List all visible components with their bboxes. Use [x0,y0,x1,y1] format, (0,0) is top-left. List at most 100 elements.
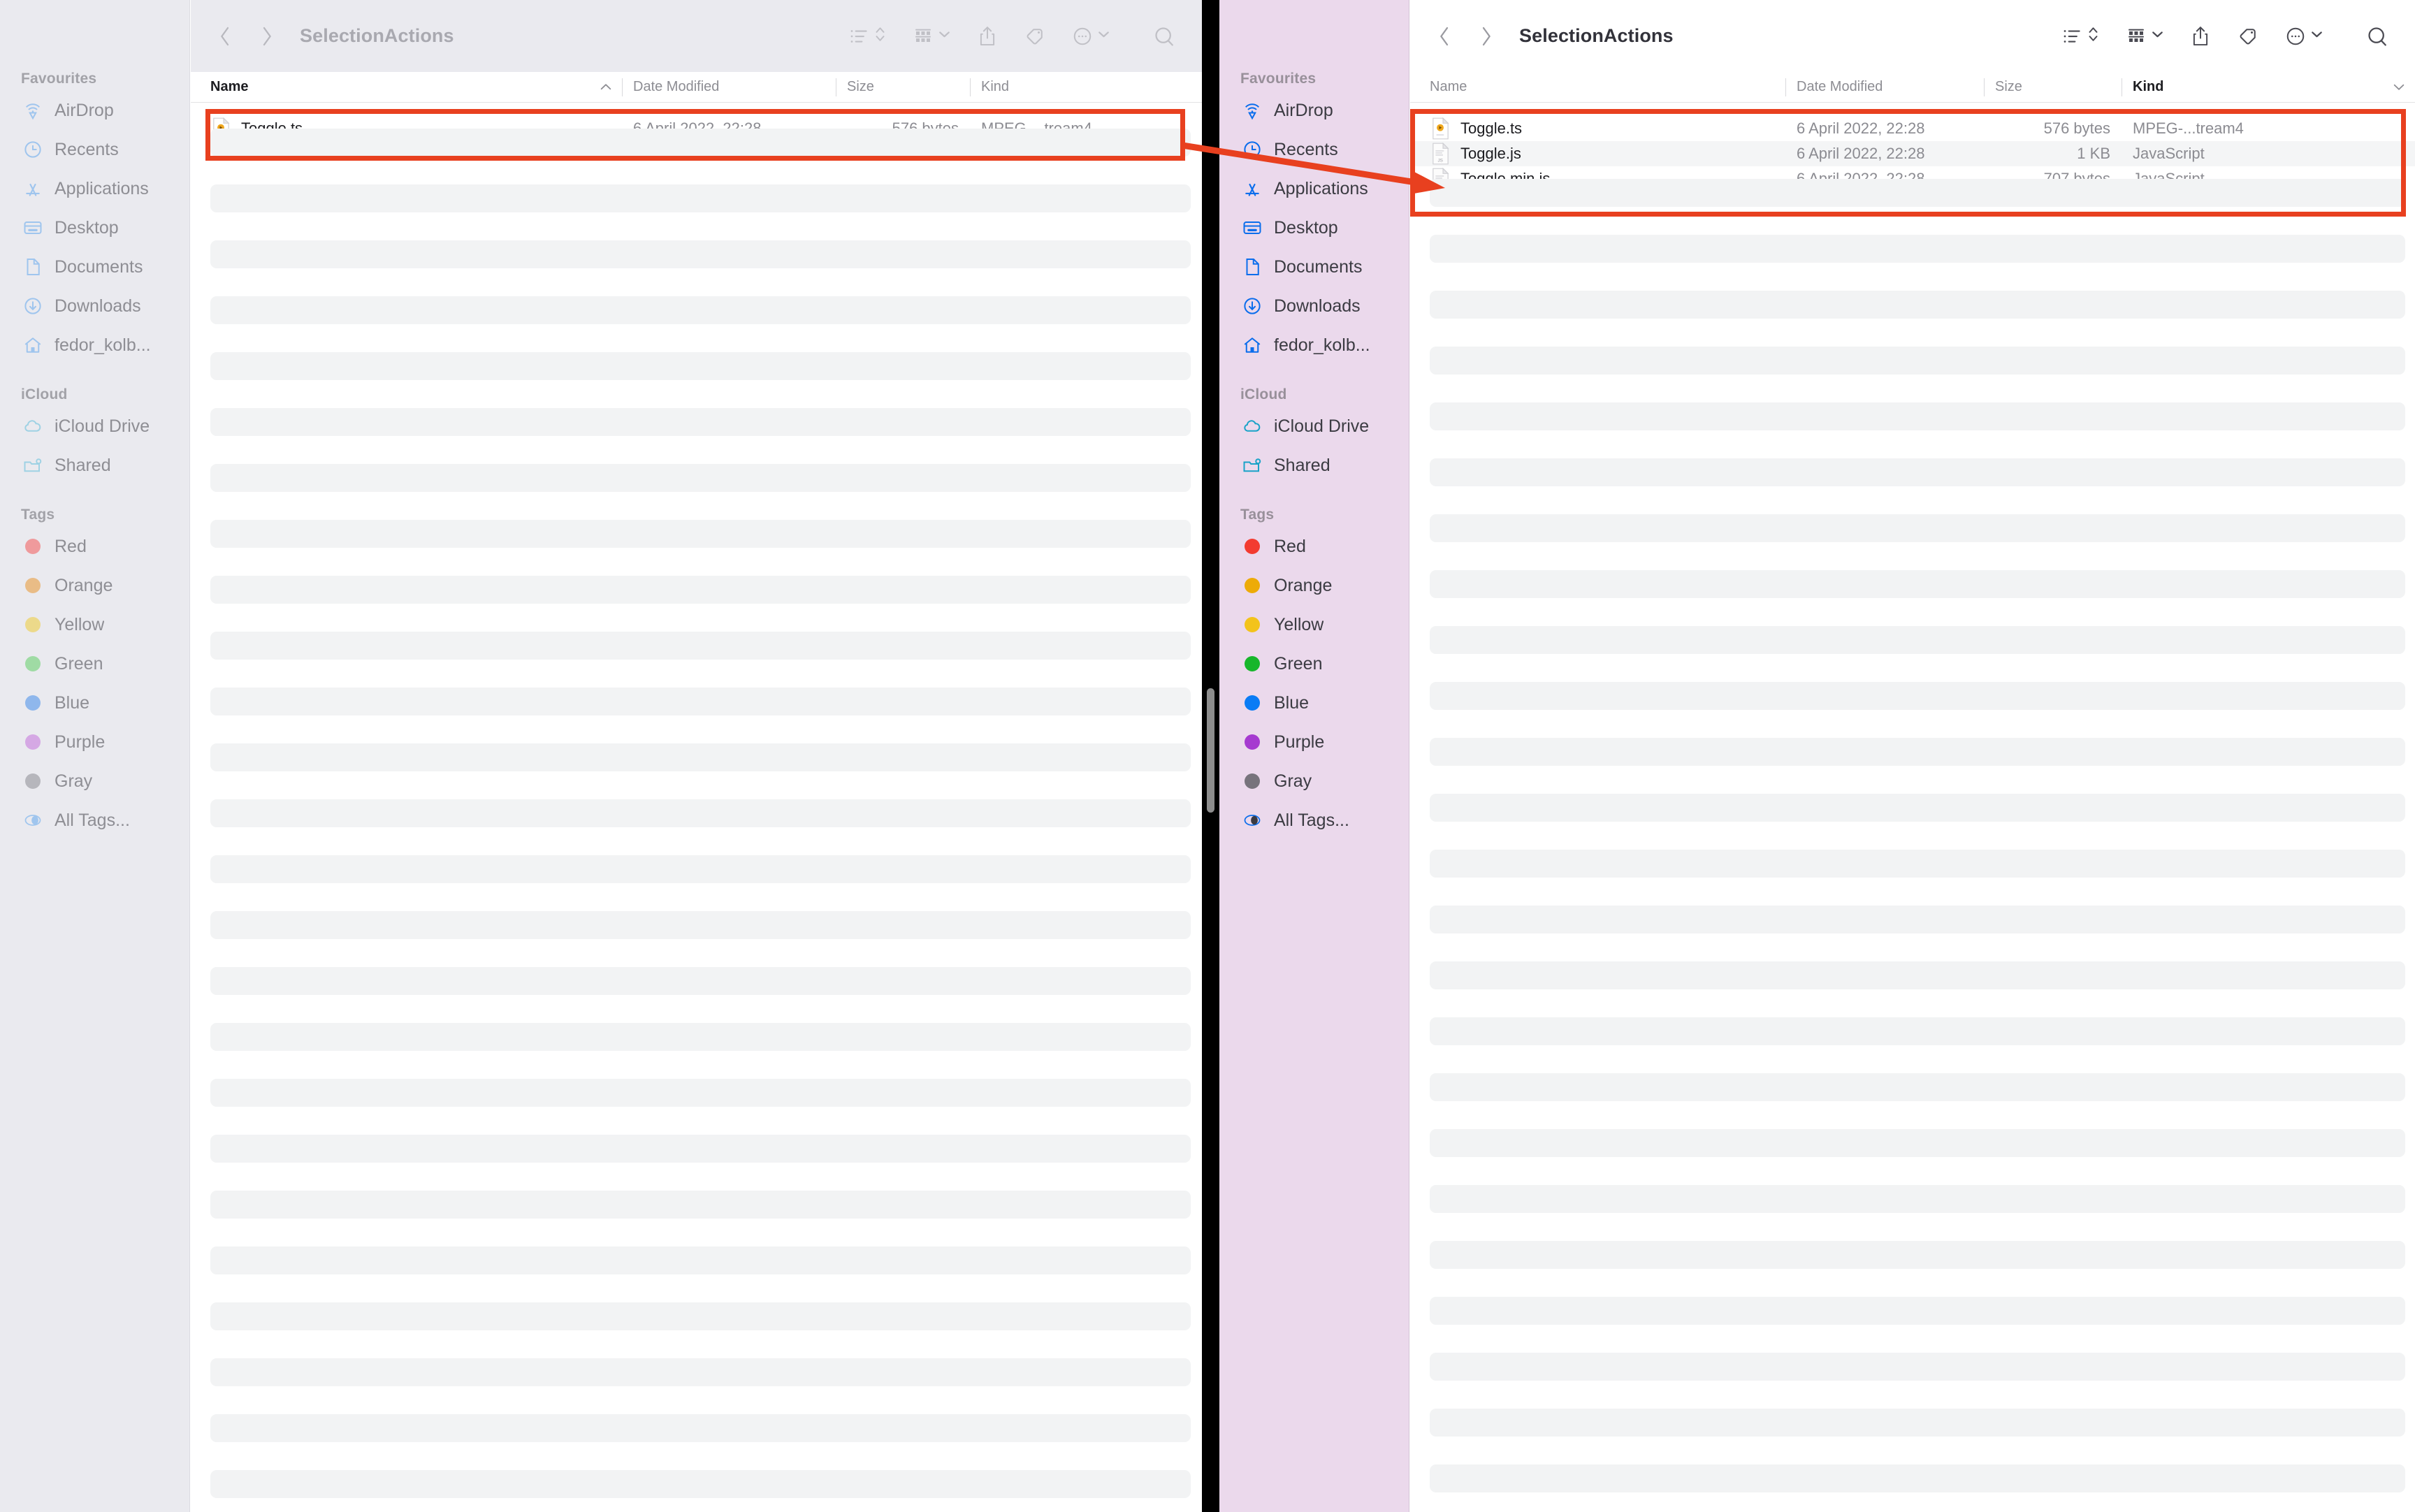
column-date-modified[interactable]: Date Modified [1785,72,1984,103]
sidebar-item-label: Downloads [1274,296,1361,316]
cell-date: 6 April 2022, 22:28 [1797,119,1925,137]
sidebar-tag-gray[interactable]: Gray [1219,762,1409,801]
sidebar-item-label: Purple [1274,732,1325,752]
sidebar-tag-green[interactable]: Green [1219,644,1409,683]
placeholder-row [1430,570,2405,598]
search-icon[interactable] [1150,17,1178,55]
tag-dot-icon [21,769,45,793]
file-list-left[interactable]: Toggle.ts 6 April 2022, 22:28 576 bytes … [191,103,1202,1512]
scrollbar-thumb[interactable] [1207,688,1214,813]
forward-button[interactable] [1470,20,1502,52]
cloud-icon [21,414,45,438]
sidebar-item-label: fedor_kolb... [1274,335,1370,355]
sidebar-tag-red[interactable]: Red [1219,527,1409,566]
content-right: SelectionActions Name Date Modified Size… [1410,0,2415,1512]
column-size[interactable]: Size [1984,72,2122,103]
sidebar-item-shared[interactable]: Shared [0,446,189,485]
search-icon[interactable] [2363,17,2391,55]
clock-icon [1240,138,1264,161]
tag-icon[interactable] [2235,17,2261,55]
column-kind[interactable]: Kind [970,72,1202,103]
sidebar-item-downloads[interactable]: Downloads [0,286,189,326]
placeholder-row [210,911,1191,939]
table-row[interactable]: JS Toggle.js 6 April 2022, 22:28 1 KB Ja… [1410,141,2415,166]
sidebar-item-documents[interactable]: Documents [0,247,189,286]
column-name[interactable]: Name [191,72,622,103]
cell-size: 576 bytes [2043,119,2110,137]
document-icon [1240,255,1264,279]
finder-window-after[interactable]: Favourites AirDrop Recents Applications … [1219,0,2415,1512]
sidebar-item-downloads[interactable]: Downloads [1219,286,1409,326]
more-actions-icon[interactable] [2282,17,2326,55]
toolbar-right: SelectionActions [1410,0,2415,72]
sidebar-tag-purple[interactable]: Purple [1219,722,1409,762]
chevron-down-icon [2311,29,2323,43]
view-list-icon[interactable] [2059,17,2102,55]
tag-icon[interactable] [1022,17,1048,55]
sidebar-item-home[interactable]: fedor_kolb... [0,326,189,365]
column-size[interactable]: Size [836,72,970,103]
sidebar-item-shared[interactable]: Shared [1219,446,1409,485]
sidebar-tag-yellow[interactable]: Yellow [1219,605,1409,644]
sidebar-tag-orange[interactable]: Orange [0,566,189,605]
share-icon[interactable] [2187,17,2214,55]
sidebar-left[interactable]: Favourites AirDrop Recents Applications … [0,0,190,1512]
sidebar-item-applications[interactable]: Applications [1219,169,1409,208]
sidebar-item-icloud-drive[interactable]: iCloud Drive [0,407,189,446]
sidebar-item-recents[interactable]: Recents [0,130,189,169]
sidebar-item-desktop[interactable]: Desktop [1219,208,1409,247]
sidebar-item-label: Red [55,536,87,556]
group-by-icon[interactable] [2123,17,2166,55]
sidebar-item-home[interactable]: fedor_kolb... [1219,326,1409,365]
column-date-modified[interactable]: Date Modified [622,72,836,103]
sidebar-item-icloud-drive[interactable]: iCloud Drive [1219,407,1409,446]
sidebar-item-label: Shared [1274,455,1330,475]
sidebar-tag-orange[interactable]: Orange [1219,566,1409,605]
sidebar-item-label: Documents [1274,256,1363,277]
group-by-icon[interactable] [910,17,953,55]
home-icon [21,333,45,357]
sidebar-item-label: AirDrop [1274,100,1333,120]
finder-window-before[interactable]: Favourites AirDrop Recents Applications … [0,0,1202,1512]
sidebar-all-tags[interactable]: All Tags... [1219,801,1409,840]
file-list-right[interactable]: Toggle.ts 6 April 2022, 22:28 576 bytes … [1410,103,2415,1512]
column-kind[interactable]: Kind [2122,72,2415,103]
more-actions-icon[interactable] [1069,17,1112,55]
table-row[interactable]: Toggle.ts 6 April 2022, 22:28 576 bytes … [1410,116,2415,141]
sidebar-tag-gray[interactable]: Gray [0,762,189,801]
sidebar-item-label: Gray [55,771,93,791]
sidebar-tag-green[interactable]: Green [0,644,189,683]
shared-folder-icon [1240,453,1264,477]
sidebar-item-airdrop[interactable]: AirDrop [0,91,189,130]
view-list-icon[interactable] [846,17,889,55]
sidebar-tag-purple[interactable]: Purple [0,722,189,762]
desktop-icon [1240,216,1264,240]
sidebar-tag-blue[interactable]: Blue [1219,683,1409,722]
tag-dot-icon [1240,730,1264,754]
share-icon[interactable] [974,17,1001,55]
sidebar-item-desktop[interactable]: Desktop [0,208,189,247]
sidebar-item-documents[interactable]: Documents [1219,247,1409,286]
chevron-down-icon [2152,29,2163,43]
placeholder-row [210,1302,1191,1330]
sidebar-tag-red[interactable]: Red [0,527,189,566]
cell-size: 1 KB [2077,145,2110,162]
back-button[interactable] [1428,20,1460,52]
sidebar-all-tags[interactable]: All Tags... [0,801,189,840]
sidebar-item-recents[interactable]: Recents [1219,130,1409,169]
applications-icon [1240,177,1264,201]
sidebar-right[interactable]: Favourites AirDrop Recents Applications … [1219,0,1409,1512]
nav-buttons [1428,20,1502,52]
sidebar-item-applications[interactable]: Applications [0,169,189,208]
sidebar-item-airdrop[interactable]: AirDrop [1219,91,1409,130]
sidebar-tag-yellow[interactable]: Yellow [0,605,189,644]
forward-button[interactable] [251,20,283,52]
column-name[interactable]: Name [1410,72,1785,103]
placeholder-row [210,1135,1191,1163]
back-button[interactable] [209,20,241,52]
sidebar-item-label: Yellow [1274,614,1324,634]
toolbar-left: SelectionActions [191,0,1202,72]
sidebar-tag-blue[interactable]: Blue [0,683,189,722]
placeholder-row [210,408,1191,436]
placeholder-row [210,1191,1191,1219]
